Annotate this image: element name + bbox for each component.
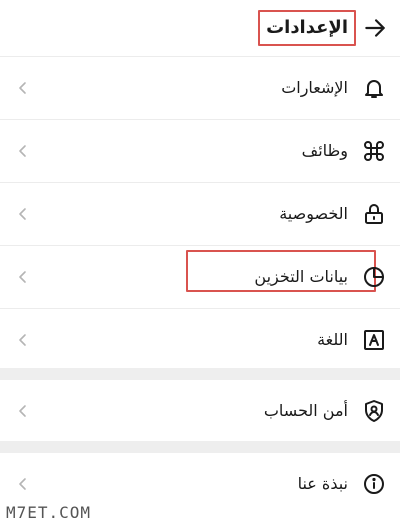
pie-chart-icon [364,267,384,287]
lock-icon [365,204,383,224]
chevron-left-icon [19,82,26,94]
chevron-left-icon [19,208,26,220]
menu-item-label: اللغة [317,330,348,349]
arrow-right-icon[interactable] [362,15,388,41]
page-title: الإعدادات [258,10,356,46]
info-icon [364,474,384,494]
watermark: M7ET.COM [6,503,92,522]
chevron-left-icon [19,405,26,417]
chevron-left-icon [19,334,26,346]
menu-item-notifications[interactable]: الإشعارات [0,57,400,119]
section-gap [0,368,400,380]
menu-item-label: الخصوصية [279,204,348,223]
menu-item-label: وظائف [301,141,348,160]
chevron-left-icon [19,145,26,157]
top-bar: الإعدادات [0,0,400,56]
menu-item-storage[interactable]: بيانات التخزين [0,246,400,308]
menu-item-label: أمن الحساب [263,401,348,420]
shield-user-icon [365,400,383,422]
bell-icon [365,80,383,98]
section-gap [0,441,400,453]
menu-item-label: الإشعارات [281,78,348,97]
menu-item-privacy[interactable]: الخصوصية [0,183,400,245]
command-icon [364,141,384,161]
chevron-left-icon [19,271,26,283]
language-icon [364,330,384,350]
menu-item-functions[interactable]: وظائف [0,120,400,182]
menu-item-label: بيانات التخزين [254,267,348,286]
menu-item-language[interactable]: اللغة [0,309,400,371]
chevron-left-icon [19,478,26,490]
menu-item-account-security[interactable]: أمن الحساب [0,380,400,442]
menu-item-label: نبذة عنا [297,474,348,493]
